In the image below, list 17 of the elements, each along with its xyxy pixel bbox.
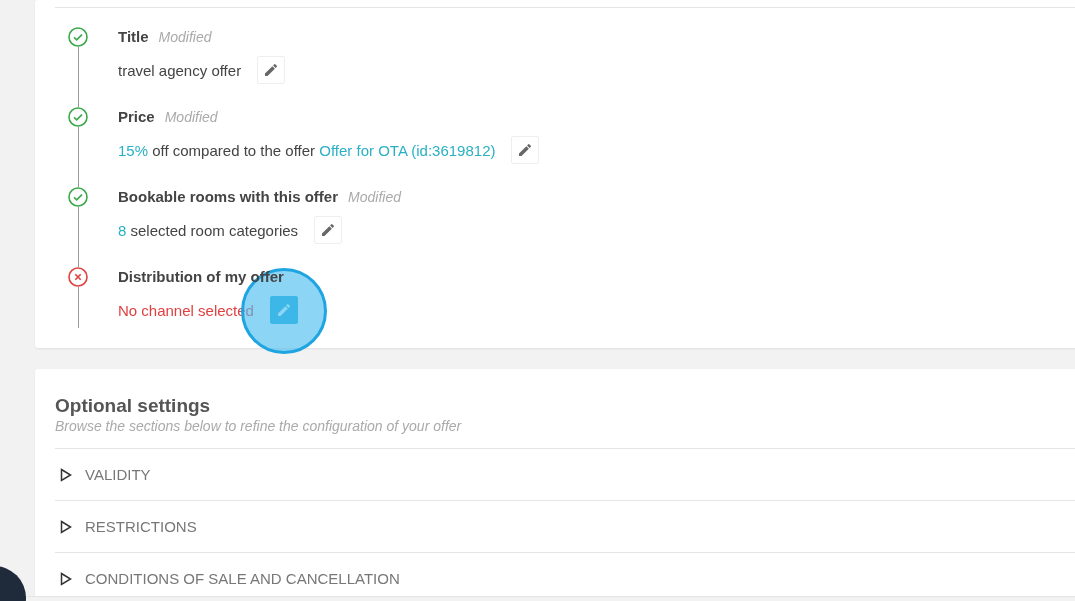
pencil-icon: [517, 142, 534, 158]
step-value: 15% off compared to the offer Offer for OTA (id:3619812): [118, 141, 496, 159]
section-subtitle: Browse the sections below to refine the configuration of your offer: [55, 418, 1075, 449]
accordion-item[interactable]: RESTRICTIONS: [55, 501, 1075, 553]
accordion-item[interactable]: VALIDITY: [55, 449, 1075, 501]
step-title: Price: [118, 108, 155, 125]
modified-label: Modified: [158, 29, 212, 45]
pencil-icon: [275, 302, 292, 318]
modified-label: Modified: [164, 109, 218, 125]
step-value: travel agency offer: [118, 61, 242, 79]
section-title: Optional settings: [55, 395, 212, 417]
step-title: Bookable rooms with this offer: [118, 188, 339, 205]
step-value: 8 selected room categories: [118, 221, 299, 239]
modified-label: Modified: [348, 189, 401, 205]
pencil-icon: [263, 62, 280, 78]
step-title: Title: [118, 28, 149, 45]
pencil-icon: [320, 222, 337, 238]
